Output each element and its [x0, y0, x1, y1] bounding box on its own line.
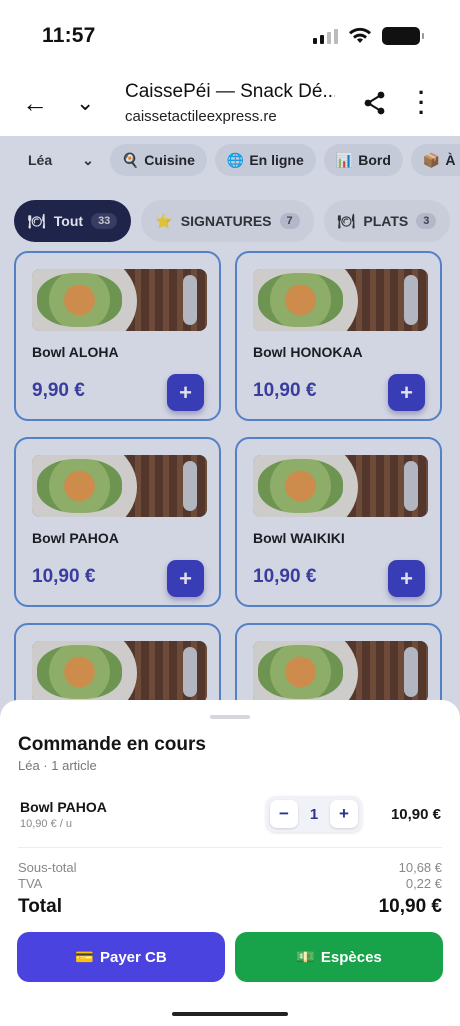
- product-card[interactable]: Bowl HONOKAA 10,90 € +: [235, 251, 442, 421]
- tva-value: 0,22 €: [405, 876, 442, 891]
- pay-cash-label: Espèces: [320, 948, 382, 966]
- total-value: 10,90 €: [378, 896, 442, 917]
- total-row: Total 10,90 €: [18, 896, 442, 918]
- tab-label: PLATS: [363, 213, 409, 229]
- seller-select[interactable]: Léa ⌄: [14, 145, 102, 175]
- tab-label: Tout: [53, 213, 84, 229]
- star-icon: ⭐: [155, 212, 173, 229]
- product-name: Bowl HONOKAA: [253, 344, 363, 360]
- order-title: Commande en cours: [18, 734, 206, 755]
- chip-cuisine[interactable]: 🍳 Cuisine: [109, 144, 207, 176]
- product-image: [32, 455, 207, 517]
- add-product-button[interactable]: +: [388, 560, 425, 597]
- chip-label: Bord: [358, 152, 391, 168]
- tab-tout[interactable]: 🍽 Tout 33: [14, 200, 132, 242]
- page-url: caissetactileexpress.re: [125, 108, 277, 125]
- package-icon: 📦: [422, 151, 441, 168]
- chart-icon: 📊: [335, 151, 354, 168]
- subtotal-row: Sous-total 10,68 €: [18, 860, 442, 875]
- wifi-icon: [349, 27, 371, 43]
- browser-toolbar: ← ⌄ CaissePéi — Snack Dé... caissetactil…: [0, 72, 460, 136]
- tva-label: TVA: [18, 876, 43, 891]
- product-name: Bowl PAHOA: [32, 530, 119, 546]
- home-indicator[interactable]: [172, 1012, 288, 1016]
- order-item-total: 10,90 €: [390, 806, 441, 823]
- total-label: Total: [18, 896, 62, 917]
- chip-label: En ligne: [249, 152, 304, 168]
- product-image: [32, 641, 207, 703]
- tab-signatures[interactable]: ⭐ SIGNATURES 7: [141, 200, 314, 242]
- product-name: Bowl WAIKIKI: [253, 530, 345, 546]
- product-price: 9,90 €: [32, 380, 85, 401]
- share-icon[interactable]: [362, 90, 388, 116]
- tab-count: 33: [91, 213, 118, 229]
- seller-label: Léa: [28, 152, 53, 168]
- product-card[interactable]: Bowl ALOHA 9,90 € +: [14, 251, 221, 421]
- plate-icon: 🍽: [337, 212, 356, 229]
- chevron-down-icon: ⌄: [82, 151, 94, 168]
- globe-icon: 🌐: [226, 151, 245, 168]
- chip-label: À reti: [445, 152, 460, 168]
- order-item-unit-price: 10,90 € / u: [20, 818, 72, 830]
- subtotal-value: 10,68 €: [398, 860, 442, 875]
- increase-quantity-button[interactable]: +: [330, 800, 358, 828]
- category-tabs: 🍽 Tout 33 ⭐ SIGNATURES 7 🍽 PLATS 3: [14, 200, 451, 242]
- pay-card-label: Payer CB: [99, 948, 167, 966]
- decrease-quantity-button[interactable]: −: [270, 800, 298, 828]
- chip-label: Cuisine: [144, 152, 195, 168]
- order-subtitle: Léa · 1 article: [18, 758, 97, 773]
- product-card[interactable]: Bowl WAIKIKI 10,90 € +: [235, 437, 442, 607]
- product-price: 10,90 €: [32, 566, 96, 587]
- product-card[interactable]: Bowl PAHOA 10,90 € +: [14, 437, 221, 607]
- status-icons: [313, 27, 424, 45]
- product-name: Bowl ALOHA: [32, 344, 119, 360]
- status-bar: 11:57: [0, 0, 460, 72]
- add-product-button[interactable]: +: [167, 374, 204, 411]
- add-product-button[interactable]: +: [167, 560, 204, 597]
- cooking-icon: 🍳: [121, 151, 140, 168]
- product-image: [253, 269, 428, 331]
- cash-icon: 💵: [296, 949, 315, 966]
- tva-row: TVA 0,22 €: [18, 876, 442, 891]
- product-image: [253, 641, 428, 703]
- quantity-value: 1: [309, 805, 319, 823]
- battery-icon: [382, 27, 424, 45]
- tab-count: 3: [416, 213, 437, 229]
- pay-card-button[interactable]: 💳 Payer CB: [17, 932, 225, 982]
- chip-a-retirer[interactable]: 📦 À reti: [410, 144, 460, 176]
- chevron-down-icon[interactable]: ⌄: [76, 90, 94, 116]
- drag-handle[interactable]: [210, 715, 250, 719]
- product-image: [253, 455, 428, 517]
- chip-bord[interactable]: 📊 Bord: [323, 144, 403, 176]
- back-arrow-icon[interactable]: ←: [22, 90, 48, 116]
- order-item-name: Bowl PAHOA: [20, 799, 107, 815]
- page-title: CaissePéi — Snack Dé...: [125, 81, 335, 102]
- product-price: 10,90 €: [253, 380, 317, 401]
- divider: [18, 847, 442, 848]
- pay-cash-button[interactable]: 💵 Espèces: [235, 932, 443, 982]
- tab-label: SIGNATURES: [180, 213, 272, 229]
- more-options-icon[interactable]: · · ·: [418, 82, 425, 124]
- tab-count: 7: [279, 213, 300, 229]
- subtotal-label: Sous-total: [18, 860, 77, 875]
- signal-icon: [313, 28, 338, 44]
- chip-en-ligne[interactable]: 🌐 En ligne: [214, 144, 316, 176]
- quantity-stepper: − 1 +: [266, 796, 362, 832]
- credit-card-icon: 💳: [75, 949, 94, 966]
- product-price: 10,90 €: [253, 566, 317, 587]
- order-sheet: Commande en cours Léa · 1 article Bowl P…: [0, 700, 460, 1026]
- filter-row: Léa ⌄ 🍳Cuisine 🌐En ligne 📊Bord 📦 À reti: [0, 140, 460, 180]
- tab-plats[interactable]: 🍽 PLATS 3: [323, 200, 451, 242]
- product-image: [32, 269, 207, 331]
- plate-icon: 🍽: [28, 212, 46, 229]
- status-time: 11:57: [42, 24, 96, 47]
- add-product-button[interactable]: +: [388, 374, 425, 411]
